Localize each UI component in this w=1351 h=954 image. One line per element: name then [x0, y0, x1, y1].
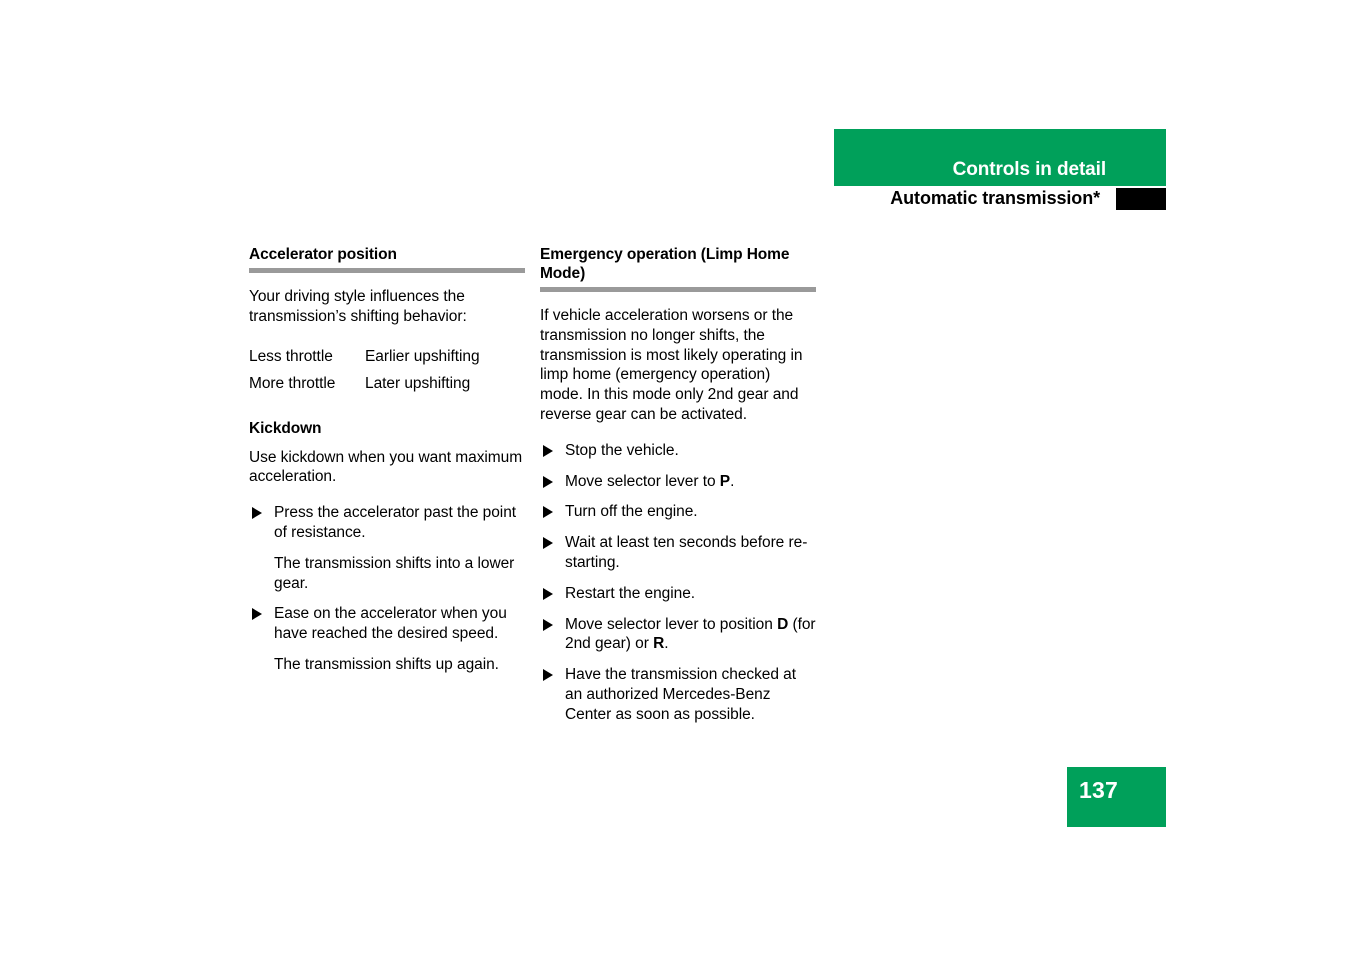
list-item-text-tail: . — [730, 472, 735, 490]
table-row: Less throttle Earlier upshifting — [249, 343, 480, 370]
list-item: Wait at least ten seconds before re-star… — [540, 533, 816, 573]
list-item-text-tail: . — [664, 635, 669, 653]
list-item: Have the transmission checked at an auth… — [540, 665, 816, 724]
list-item-text: Stop the vehicle. — [565, 441, 679, 459]
throttle-condition: Less throttle — [249, 347, 333, 365]
triangle-right-icon — [543, 537, 553, 550]
manual-page: { "header": { "chapter_title": "Controls… — [0, 0, 1351, 954]
kickdown-subheading: Kickdown — [249, 419, 322, 437]
emergency-operation-heading: Emergency operation (Limp Home Mode) — [540, 246, 790, 282]
left-column: Accelerator position Your driving style … — [249, 245, 525, 686]
triangle-right-icon — [543, 444, 553, 457]
header-section-row: Automatic transmission* — [834, 186, 1166, 212]
table-row: More throttle Later upshifting — [249, 370, 480, 397]
list-item: Restart the engine. — [540, 584, 816, 604]
list-item-result-text: The transmission shifts up again. — [274, 655, 499, 673]
chapter-title: Controls in detail — [952, 159, 1106, 180]
list-item-text: Move selector lever to position — [565, 615, 778, 633]
heading-divider — [249, 268, 525, 273]
list-item-text: Have the transmission checked at an auth… — [565, 666, 797, 723]
triangle-right-icon — [543, 587, 553, 600]
list-item-text: Press the accelerator past the point of … — [274, 504, 517, 541]
triangle-right-icon — [543, 618, 553, 631]
kickdown-intro-paragraph: Use kickdown when you want maximum accel… — [249, 448, 523, 486]
selector-position-label-2: R — [653, 635, 665, 653]
header-green-band: Controls in detail — [834, 129, 1166, 186]
throttle-result: Later upshifting — [365, 374, 471, 392]
triangle-right-icon — [252, 608, 262, 621]
emergency-intro-paragraph: If vehicle acceleration worsens or the t… — [540, 307, 803, 423]
list-item-text: Move selector lever to — [565, 472, 720, 490]
page-number-badge: 137 — [1067, 767, 1166, 827]
accelerator-intro-paragraph: Your driving style influences the transm… — [249, 288, 467, 325]
list-item-result: The transmission shifts up again. — [249, 655, 525, 675]
list-item-text: Ease on the accelerator when you have re… — [274, 605, 507, 643]
list-item: Turn off the engine. — [540, 502, 816, 522]
list-item-text: Turn off the engine. — [565, 503, 698, 521]
right-column: Emergency operation (Limp Home Mode) If … — [540, 245, 816, 736]
selector-position-label: P — [719, 472, 731, 490]
triangle-right-icon — [252, 507, 262, 520]
list-item-result-text: The transmission shifts into a lower gea… — [274, 554, 515, 592]
list-item-text: Wait at least ten seconds before re-star… — [565, 534, 808, 571]
selector-position-label: D — [777, 615, 789, 633]
page-number: 137 — [1079, 777, 1118, 803]
list-item-text: Restart the engine. — [565, 584, 696, 602]
throttle-result: Earlier upshifting — [365, 347, 480, 365]
triangle-right-icon — [543, 506, 553, 519]
list-item: Move selector lever to position D (for 2… — [540, 615, 816, 655]
section-title: Automatic transmission* — [890, 188, 1100, 208]
list-item-result: The transmission shifts into a lower gea… — [249, 554, 525, 594]
list-item: Ease on the accelerator when you have re… — [249, 604, 525, 644]
triangle-right-icon — [543, 475, 553, 488]
throttle-condition: More throttle — [249, 374, 336, 392]
heading-divider — [540, 287, 816, 292]
list-item: Move selector lever to P. — [540, 472, 816, 492]
list-item: Stop the vehicle. — [540, 441, 816, 461]
thumb-index-tab-icon — [1116, 188, 1166, 210]
throttle-behavior-table: Less throttle Earlier upshifting More th… — [249, 343, 480, 397]
list-item: Press the accelerator past the point of … — [249, 503, 525, 543]
triangle-right-icon — [543, 669, 553, 682]
page-title: Accelerator position — [249, 246, 397, 263]
